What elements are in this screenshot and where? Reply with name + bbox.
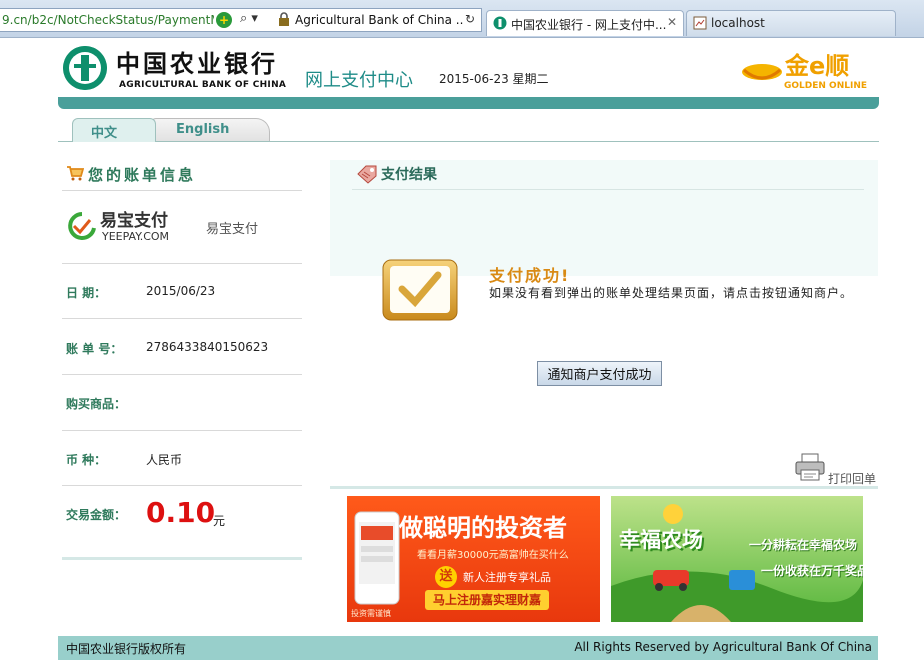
merchant-name: 易宝支付: [206, 222, 259, 237]
printer-icon[interactable]: [794, 452, 826, 482]
bill-info-title: 您的账单信息: [88, 166, 197, 184]
payment-result-title: 支付结果: [381, 167, 437, 183]
abc-logo-icon: [63, 46, 107, 90]
tab-english[interactable]: English: [150, 118, 270, 141]
page-title: 网上支付中心: [305, 70, 413, 91]
success-description: 如果没有看到弹出的账单处理结果页面，请点击按钮通知商户。: [489, 286, 854, 300]
footer-copyright-en: All Rights Reserved by Agricultural Bank…: [574, 640, 872, 654]
browser-chrome: 9.cn/b2c/NotCheckStatus/PaymentM + ⌕ ▾ A…: [0, 0, 924, 38]
invest-banner-gift-char: 送: [435, 566, 457, 588]
date-value: 2015/06/23: [146, 284, 216, 298]
divider: [62, 374, 302, 375]
golden-logo-cn: 金e顺: [784, 52, 849, 80]
product-label: 购买商品：: [66, 397, 127, 411]
farm-illustration: [611, 504, 863, 622]
divider: [62, 190, 302, 191]
divider: [62, 430, 302, 431]
print-receipt-link[interactable]: 打印回单: [828, 470, 876, 487]
tab-close-icon[interactable]: ✕: [667, 15, 677, 29]
cart-icon: [67, 166, 84, 181]
header-bar: [58, 97, 879, 109]
tag-icon: [357, 165, 377, 184]
footer: 中国农业银行版权所有 All Rights Reserved by Agricu…: [58, 636, 878, 660]
bill-number-value: 2786433840150623: [146, 340, 269, 354]
header-date: 2015-06-23 星期二: [439, 72, 549, 86]
amount-label: 交易金额：: [66, 508, 127, 522]
browser-tab-abc[interactable]: 中国农业银行 - 网上支付中... ✕: [486, 10, 684, 36]
tab-chinese[interactable]: 中文: [72, 118, 156, 142]
invest-banner-button[interactable]: 马上注册嘉实理财嘉: [425, 590, 550, 610]
yeepay-logo: 易宝支付 YEEPAY.COM: [68, 210, 169, 243]
yeepay-logo-en: YEEPAY.COM: [101, 230, 169, 243]
bank-name-en: AGRICULTURAL BANK OF CHINA: [119, 80, 287, 90]
divider: [62, 263, 302, 264]
golden-logo-en: GOLDEN ONLINE: [784, 81, 867, 90]
tab-english-label: English: [176, 122, 230, 137]
farm-banner-headline: 幸福农场: [619, 528, 703, 552]
invest-banner-line2: 新人注册专享礼品: [463, 571, 551, 584]
search-icon[interactable]: ⌕ ▾: [240, 11, 258, 26]
address-url[interactable]: 9.cn/b2c/NotCheckStatus/PaymentM: [2, 13, 214, 29]
amount-value: 0.10: [146, 496, 216, 529]
lang-tabs-divider: [58, 141, 879, 142]
divider: [352, 189, 864, 190]
browser-tab-label: 中国农业银行 - 网上支付中...: [511, 18, 667, 32]
farm-banner-line1: 一分耕耘在幸福农场: [749, 538, 858, 552]
date-label: 日 期：: [66, 286, 107, 300]
yeepay-logo-cn: 易宝支付: [100, 210, 168, 231]
compatibility-icon[interactable]: +: [216, 12, 232, 28]
invest-banner-corner: 投资需谨慎: [351, 609, 391, 618]
right-panel-bottom-bar: [330, 486, 878, 489]
browser-tab-localhost[interactable]: localhost: [686, 10, 896, 36]
divider: [62, 318, 302, 319]
tab-chinese-label: 中文: [91, 126, 118, 141]
browser-tab-label: localhost: [711, 16, 765, 30]
page-favicon-icon: [693, 16, 707, 30]
divider: [62, 485, 302, 486]
farm-banner-line2: 一份收获在万千奖品: [761, 564, 863, 578]
currency-value: 人民币: [146, 453, 183, 467]
checkmark-icon: [382, 259, 458, 321]
invest-banner[interactable]: 做聪明的投资者 看看月薪30000元高富帅在买什么 送 新人注册专享礼品 马上注…: [347, 496, 600, 622]
footer-copyright-cn: 中国农业银行版权所有: [66, 642, 187, 656]
bank-name-cn: 中国农业银行: [116, 50, 278, 78]
address-bar[interactable]: 9.cn/b2c/NotCheckStatus/PaymentM + ⌕ ▾ A…: [0, 8, 482, 32]
currency-label: 币 种：: [66, 453, 107, 467]
amount-unit: 元: [213, 514, 226, 528]
left-panel-bottom-bar: [62, 557, 302, 560]
refresh-icon[interactable]: ↻: [465, 12, 475, 26]
lock-icon: [279, 12, 289, 26]
farm-banner[interactable]: 幸福农场 一分耕耘在幸福农场 一份收获在万千奖品: [611, 496, 863, 622]
bill-number-label: 账 单 号：: [66, 342, 123, 356]
golden-online-logo: 金e顺 GOLDEN ONLINE: [742, 52, 867, 90]
invest-banner-headline: 做聪明的投资者: [399, 514, 567, 542]
invest-banner-line1: 看看月薪30000元高富帅在买什么: [417, 550, 569, 561]
abc-favicon-icon: [493, 16, 507, 30]
address-site-name: Agricultural Bank of China ...: [295, 13, 463, 27]
notify-merchant-button[interactable]: 通知商户支付成功: [537, 361, 662, 386]
